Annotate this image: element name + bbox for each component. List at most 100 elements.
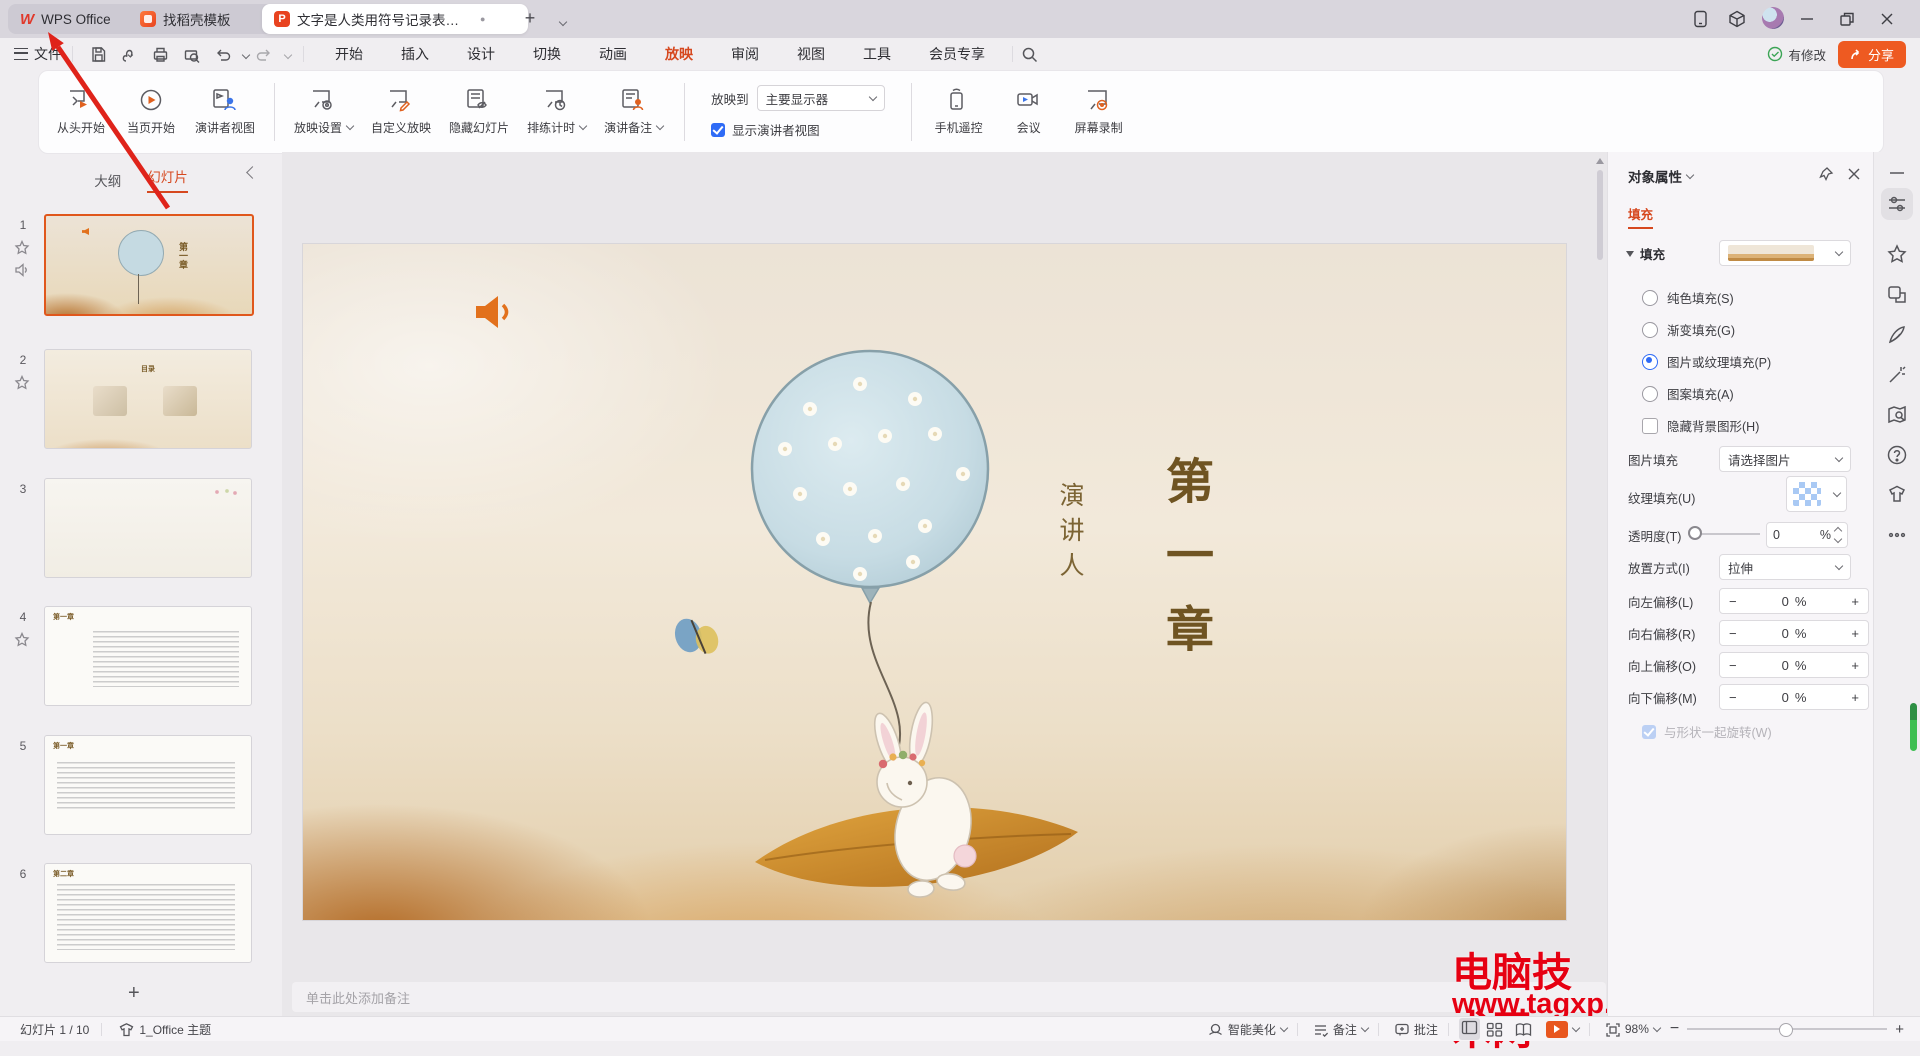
panel-title-chevron-icon[interactable]	[1686, 170, 1694, 178]
presenter-vertical-text[interactable]: 演讲人	[1051, 482, 1087, 587]
animation-shapes-icon[interactable]	[1886, 284, 1908, 306]
menu-member-exclusive[interactable]: 会员专享	[929, 44, 985, 64]
dropdown-chevron-icon[interactable]	[1280, 1023, 1288, 1031]
new-tab-button[interactable]: +	[518, 8, 542, 29]
meeting-button[interactable]: 会议	[1003, 88, 1055, 136]
screen-record-button[interactable]: 屏幕录制	[1073, 88, 1125, 136]
comments-label[interactable]: 批注	[1414, 1021, 1438, 1038]
picture-fill-dropdown[interactable]: 请选择图片	[1719, 446, 1851, 472]
transparency-value-box[interactable]: 0 %	[1766, 522, 1848, 548]
close-panel-icon[interactable]	[1846, 166, 1862, 182]
fill-option-solid[interactable]: 纯色填充(S)	[1642, 288, 1734, 307]
speech-notes-button[interactable]: 演讲备注	[604, 88, 663, 136]
export-pdf-icon[interactable]	[121, 46, 138, 63]
fill-option-pattern[interactable]: 图案填充(A)	[1642, 384, 1734, 403]
more-options-icon[interactable]	[1886, 524, 1908, 546]
tab-docer-templates[interactable]: 找稻壳模板	[128, 4, 278, 34]
zoom-in-button[interactable]: +	[1895, 1021, 1904, 1038]
slide-thumbnail-5[interactable]: 第一章	[44, 735, 252, 835]
close-button[interactable]	[1878, 10, 1896, 28]
search-icon[interactable]	[1021, 46, 1038, 63]
slideshow-settings-button[interactable]: 放映设置	[294, 88, 353, 136]
ink-pen-icon[interactable]	[1886, 324, 1908, 346]
plus-button[interactable]: +	[1851, 626, 1859, 641]
device-sync-icon[interactable]	[1692, 10, 1710, 28]
modified-status[interactable]: 有修改	[1767, 45, 1826, 64]
menu-design[interactable]: 设计	[467, 44, 495, 64]
plus-button[interactable]: +	[1851, 690, 1859, 705]
minus-button[interactable]: −	[1729, 690, 1737, 705]
slideshow-play-button[interactable]	[1546, 1021, 1568, 1038]
chapter-title-text[interactable]: 第一章	[1149, 456, 1219, 678]
spinner-icon[interactable]	[1835, 528, 1841, 542]
dropdown-chevron-icon[interactable]	[1361, 1023, 1369, 1031]
slide-thumbnail-1[interactable]: 第一章	[44, 214, 254, 316]
help-icon[interactable]	[1886, 444, 1908, 466]
minus-button[interactable]: −	[1729, 594, 1737, 609]
play-from-beginning-button[interactable]: 从头开始	[55, 88, 107, 136]
maximize-restore-button[interactable]	[1838, 10, 1856, 28]
offset-right-stepper[interactable]: − 0% +	[1719, 620, 1869, 646]
fill-preview-dropdown[interactable]	[1719, 240, 1851, 266]
map-search-icon[interactable]	[1886, 404, 1908, 426]
slide-thumbnail-6[interactable]: 第二章	[44, 863, 252, 963]
smart-beautify-label[interactable]: 智能美化	[1228, 1021, 1276, 1038]
print-preview-icon[interactable]	[183, 46, 200, 63]
share-button[interactable]: 分享	[1838, 41, 1906, 68]
scroll-up-icon[interactable]	[1596, 158, 1604, 164]
hide-slide-button[interactable]: 隐藏幻灯片	[449, 88, 509, 136]
transparency-slider-knob[interactable]	[1688, 526, 1702, 540]
slide-thumbnail-2[interactable]: 目录	[44, 349, 252, 449]
slide-thumbnail-4[interactable]: 第一章	[44, 606, 252, 706]
canvas-scrollbar[interactable]	[1595, 158, 1605, 978]
tab-document-active[interactable]: P 文字是人类用符号记录表达信息以 ●	[262, 4, 528, 34]
placement-dropdown[interactable]: 拉伸	[1719, 554, 1851, 580]
fill-option-gradient[interactable]: 渐变填充(G)	[1642, 320, 1735, 339]
tab-fill[interactable]: 填充	[1628, 204, 1653, 229]
effects-star-icon[interactable]	[1886, 244, 1908, 266]
collapse-rail-icon[interactable]	[1886, 162, 1908, 184]
minus-button[interactable]: −	[1729, 658, 1737, 673]
notes-toggle-label[interactable]: 备注	[1333, 1021, 1357, 1038]
slide-canvas[interactable]: 演讲人 第一章	[302, 243, 1567, 921]
minimize-button[interactable]	[1798, 10, 1816, 28]
rotate-with-shape-checkbox[interactable]: 与形状一起旋转(W)	[1642, 722, 1772, 741]
view-reading-icon[interactable]	[1515, 1022, 1532, 1037]
skin-theme-icon[interactable]	[1886, 484, 1908, 506]
slide-thumbnail-3[interactable]	[44, 478, 252, 578]
pin-icon[interactable]	[1818, 166, 1834, 182]
play-from-current-button[interactable]: 当页开始	[125, 88, 177, 136]
texture-fill-dropdown[interactable]	[1786, 476, 1847, 512]
rehearse-timings-button[interactable]: 排练计时	[527, 88, 586, 136]
save-icon[interactable]	[90, 46, 107, 63]
offset-left-stepper[interactable]: − 0% +	[1719, 588, 1869, 614]
menu-insert[interactable]: 插入	[401, 44, 429, 64]
minus-button[interactable]: −	[1729, 626, 1737, 641]
zoom-slider-thumb[interactable]	[1779, 1023, 1793, 1037]
properties-sliders-icon[interactable]	[1886, 193, 1908, 215]
plus-button[interactable]: +	[1851, 594, 1859, 609]
menu-transitions[interactable]: 切换	[533, 44, 561, 64]
fill-section-header[interactable]: 填充	[1626, 244, 1665, 263]
tab-wps-home[interactable]: W WPS Office	[8, 4, 144, 34]
custom-slideshow-button[interactable]: 自定义放映	[371, 88, 431, 136]
print-icon[interactable]	[152, 46, 169, 63]
theme-name[interactable]: 1_Office 主题	[139, 1021, 211, 1038]
file-menu-button[interactable]: 文件	[14, 44, 62, 64]
dropdown-chevron-icon[interactable]	[1653, 1023, 1661, 1031]
menu-tools[interactable]: 工具	[863, 44, 891, 64]
magic-wand-icon[interactable]	[1886, 364, 1908, 386]
undo-icon[interactable]	[214, 46, 231, 63]
hide-background-checkbox[interactable]: 隐藏背景图形(H)	[1642, 416, 1759, 435]
apps-cube-icon[interactable]	[1728, 10, 1746, 28]
zoom-slider-track[interactable]	[1687, 1028, 1887, 1030]
dropdown-chevron-icon[interactable]	[1572, 1023, 1580, 1031]
rail-scrollbar-thumb[interactable]	[1910, 703, 1917, 751]
redo-icon[interactable]	[256, 46, 273, 63]
display-to-select[interactable]: 主要显示器	[757, 85, 885, 111]
fit-to-window-icon[interactable]	[1605, 1022, 1620, 1037]
notes-input[interactable]: 单击此处添加备注	[292, 982, 1606, 1012]
menu-slideshow-active[interactable]: 放映	[665, 44, 693, 64]
zoom-percentage[interactable]: 98%	[1625, 1022, 1649, 1036]
offset-down-stepper[interactable]: − 0% +	[1719, 684, 1869, 710]
